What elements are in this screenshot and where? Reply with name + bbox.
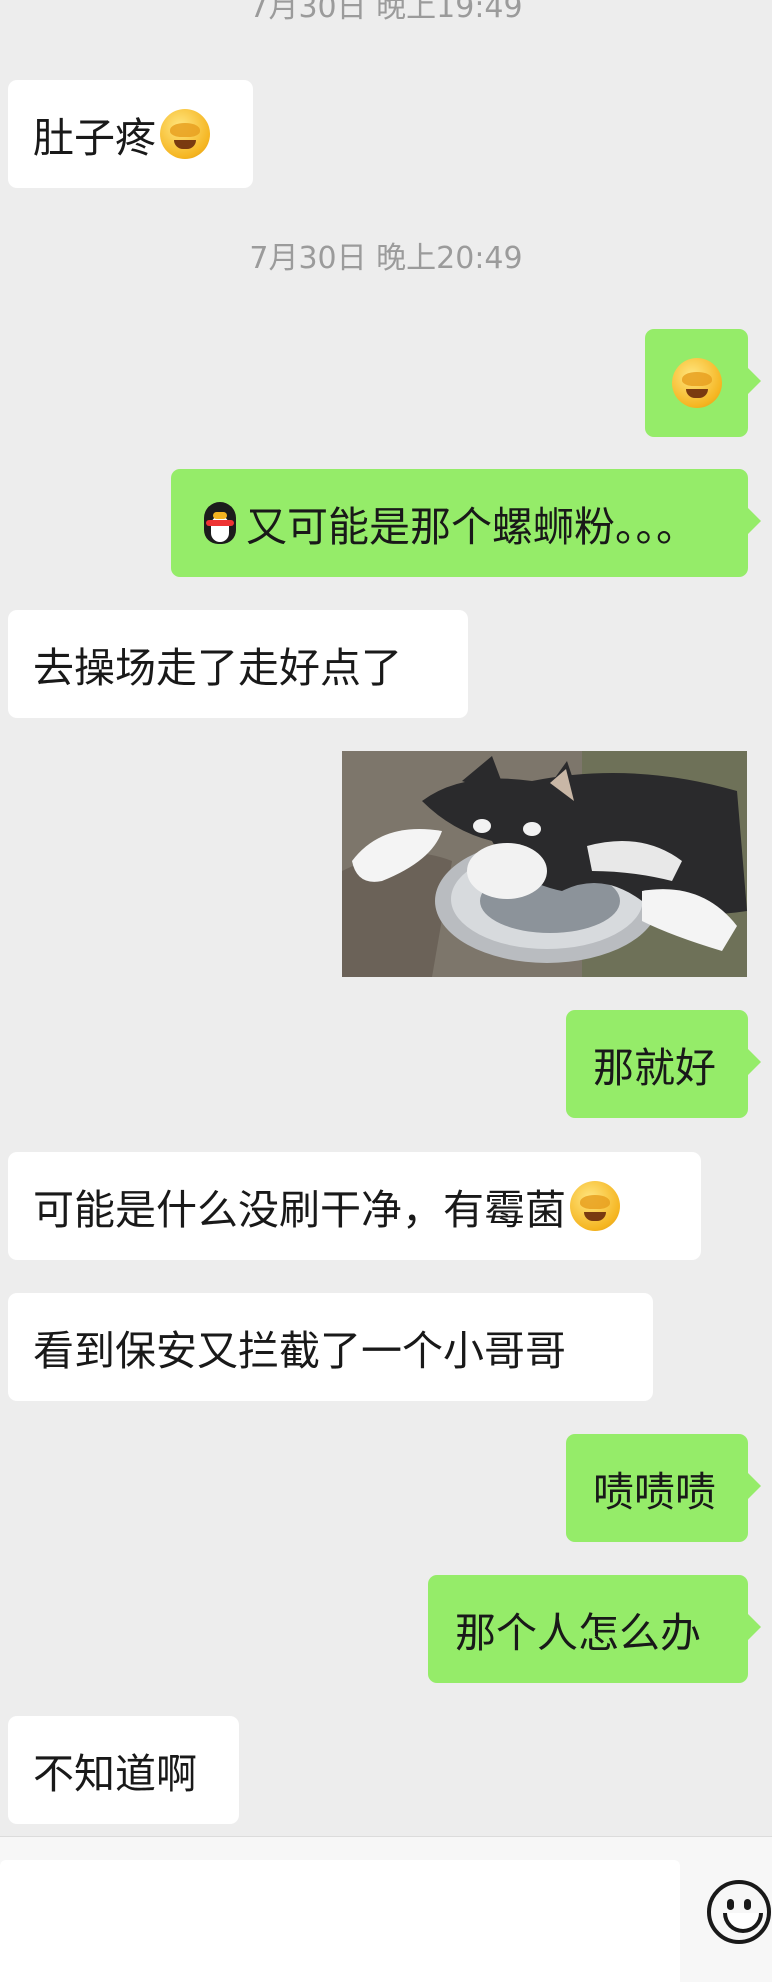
message-incoming[interactable]: 去操场走了走好点了 (8, 610, 468, 718)
message-outgoing[interactable] (645, 329, 761, 437)
input-bar (0, 1836, 772, 1982)
message-outgoing[interactable]: 啧啧啧 (566, 1434, 761, 1542)
message-text: 不知道啊 (33, 1750, 197, 1798)
message-incoming[interactable]: 肚子疼 (8, 80, 253, 188)
facepalm-emoji-icon (570, 1181, 620, 1231)
message-outgoing[interactable]: 那就好 (566, 1010, 761, 1118)
message-input[interactable] (0, 1860, 680, 1982)
facepalm-emoji-icon (671, 358, 722, 408)
message-text: 可能是什么没刷干净，有霉菌 (33, 1186, 566, 1234)
smiley-icon[interactable] (707, 1880, 771, 1944)
husky-image (342, 751, 747, 977)
message-incoming[interactable]: 看到保安又拦截了一个小哥哥 (8, 1293, 653, 1401)
timestamp: 7月30日 晚上20:49 (249, 241, 523, 276)
message-text: 去操场走了走好点了 (33, 644, 402, 692)
message-incoming[interactable]: 不知道啊 (8, 1716, 239, 1824)
message-text: 那就好 (593, 1044, 716, 1092)
message-text: 又可能是那个螺蛳粉。。。 (246, 503, 697, 551)
message-text: 看到保安又拦截了一个小哥哥 (33, 1327, 566, 1375)
husky-photo[interactable] (342, 751, 747, 977)
message-incoming[interactable]: 可能是什么没刷干净，有霉菌 (8, 1152, 701, 1260)
message-text: 啧啧啧 (593, 1468, 716, 1516)
message-text: 肚子疼 (33, 114, 156, 162)
facepalm-emoji-icon (160, 109, 210, 159)
message-outgoing[interactable]: 那个人怎么办 (428, 1575, 761, 1683)
qq-penguin-icon (198, 498, 242, 548)
timestamp: 7月30日 晚上19:49 (249, 0, 523, 25)
message-outgoing[interactable]: 又可能是那个螺蛳粉。。。 (171, 469, 761, 577)
message-text: 那个人怎么办 (455, 1609, 701, 1657)
